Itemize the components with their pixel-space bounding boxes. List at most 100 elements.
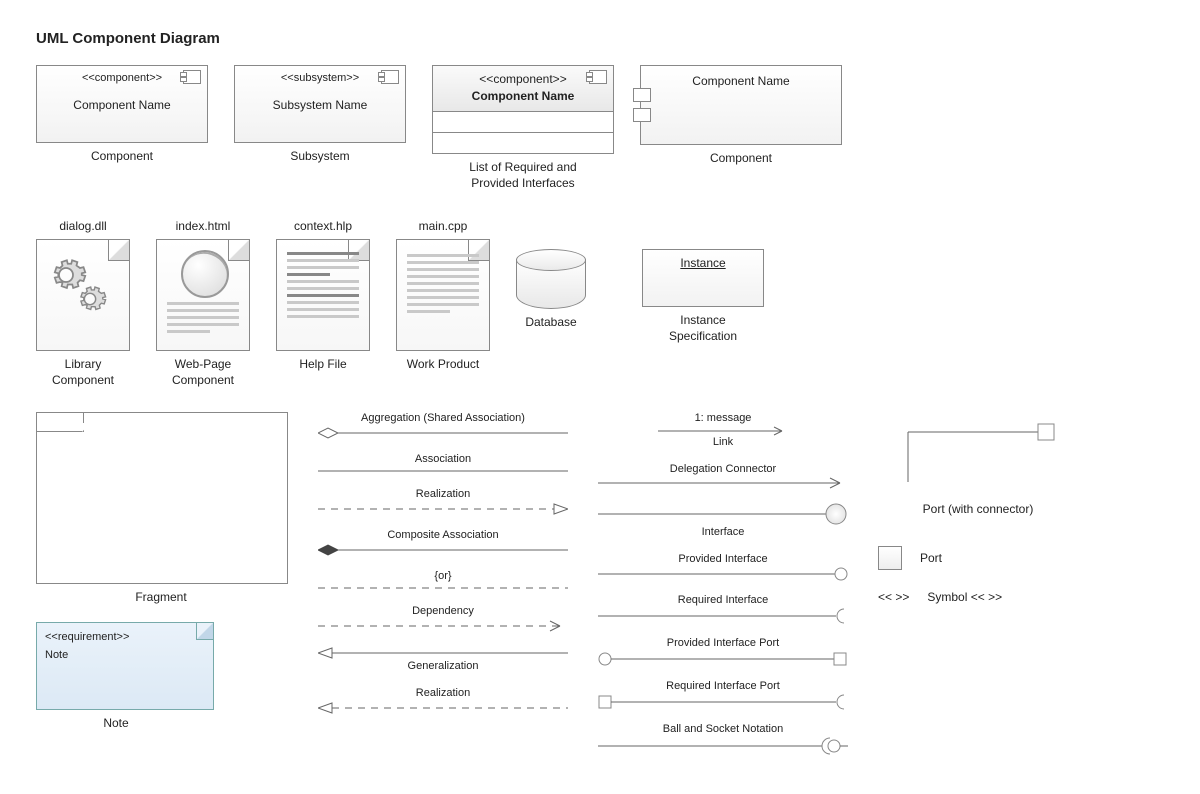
db-caption: Database <box>525 315 576 331</box>
required-label: Required Interface <box>598 594 848 606</box>
port-1 <box>633 88 651 102</box>
list-cell: <<component>> Component Name List of Req… <box>432 65 614 191</box>
generalization-label: Generalization <box>318 660 568 672</box>
note-text: Note <box>45 649 205 661</box>
port-item: Port <box>878 546 1078 570</box>
component-box: <<component>> Component Name <box>36 65 208 143</box>
port-with-connector <box>878 412 1058 502</box>
symbol-item: << >> Symbol << >> <box>878 590 1078 604</box>
instance-name: Instance <box>680 256 725 270</box>
page-title: UML Component Diagram <box>36 30 1170 47</box>
gear-icon-2 <box>73 282 107 316</box>
list-icon <box>589 70 607 84</box>
left-misc: Fragment <<requirement>> Note Note <box>36 412 288 731</box>
right-connectors: 1: message Link Delegation Connector Int… <box>598 412 848 755</box>
subsystem-name: Subsystem Name <box>273 98 368 112</box>
port-comp-caption: Component <box>710 151 772 167</box>
or-label: {or} <box>318 570 568 582</box>
port-2 <box>633 108 651 122</box>
list-name: Component Name <box>441 89 605 103</box>
row-2: dialog.dll Library Component index.html … <box>36 219 1170 388</box>
fragment-box <box>36 412 288 584</box>
required: Required Interface <box>598 594 848 624</box>
list-stereo: <<component>> <box>441 72 605 86</box>
interface-label: Interface <box>598 526 848 538</box>
port-label: Port <box>920 551 942 565</box>
row-1: <<component>> Component Name Component <… <box>36 65 1170 191</box>
dependency-label: Dependency <box>318 605 568 617</box>
left-connectors: Aggregation (Shared Association) Associa… <box>318 412 568 715</box>
help-cell: context.hlp Help File <box>276 219 370 373</box>
web-file <box>156 239 250 351</box>
realization: Realization <box>318 488 568 516</box>
link-label: Link <box>598 436 848 448</box>
component-name: Component Name <box>73 98 170 112</box>
realization-label: Realization <box>318 488 568 500</box>
lib-caption: Library Component <box>52 357 114 388</box>
symbol-right: Symbol << >> <box>927 590 1002 604</box>
note-caption: Note <box>36 716 196 732</box>
lib-cell: dialog.dll Library Component <box>36 219 130 388</box>
web-filename: index.html <box>176 219 231 233</box>
inst-cell: Instance Instance Specification <box>642 219 764 344</box>
composite: Composite Association <box>318 529 568 557</box>
delegation: Delegation Connector <box>598 463 848 489</box>
note-box: <<requirement>> Note <box>36 622 214 710</box>
provided-port-label: Provided Interface Port <box>598 637 848 649</box>
interface: Interface <box>598 502 848 540</box>
composite-label: Composite Association <box>318 529 568 541</box>
work-cell: main.cpp Work Product <box>396 219 490 373</box>
db-cell: Database <box>516 219 586 331</box>
association-label: Association <box>318 453 568 465</box>
subsystem-stereo: <<subsystem>> <box>281 72 359 84</box>
side-column: Port (with connector) Port << >> Symbol … <box>878 412 1078 604</box>
port-comp-box: Component Name <box>640 65 842 145</box>
subsystem-caption: Subsystem <box>290 149 349 165</box>
database-icon <box>516 249 586 309</box>
component-stereo: <<component>> <box>82 72 162 84</box>
or-constraint: {or} <box>318 570 568 592</box>
provided: Provided Interface <box>598 553 848 581</box>
subsystem-cell: <<subsystem>> Subsystem Name Subsystem <box>234 65 406 165</box>
required-port-label: Required Interface Port <box>598 680 848 692</box>
fragment-tag <box>37 413 84 432</box>
note-stereo: <<requirement>> <box>45 631 205 643</box>
link-msg: 1: message <box>598 412 848 424</box>
aggregation-label: Aggregation (Shared Association) <box>318 412 568 424</box>
port-conn-label: Port (with connector) <box>878 502 1078 516</box>
inst-caption: Instance Specification <box>669 313 737 344</box>
realization2-label: Realization <box>318 687 568 699</box>
provided-port: Provided Interface Port <box>598 637 848 667</box>
ballsocket: Ball and Socket Notation <box>598 723 848 755</box>
symbol-left: << >> <box>878 590 909 604</box>
link: 1: message Link <box>598 412 848 450</box>
subsystem-icon <box>381 70 399 84</box>
provided-label: Provided Interface <box>598 553 848 565</box>
work-filename: main.cpp <box>419 219 468 233</box>
delegation-label: Delegation Connector <box>598 463 848 475</box>
realization-2: Realization <box>318 687 568 715</box>
aggregation: Aggregation (Shared Association) <box>318 412 568 440</box>
port-icon <box>878 546 902 570</box>
lib-file <box>36 239 130 351</box>
generalization: Generalization <box>318 646 568 674</box>
list-caption: List of Required and Provided Interfaces <box>469 160 576 191</box>
help-file <box>276 239 370 351</box>
bottom-section: Fragment <<requirement>> Note Note Aggre… <box>36 412 1170 755</box>
instance-box: Instance <box>642 249 764 307</box>
list-box: <<component>> Component Name <box>432 65 614 154</box>
component-caption: Component <box>91 149 153 165</box>
work-caption: Work Product <box>407 357 479 373</box>
globe-icon <box>181 250 229 298</box>
component-cell: <<component>> Component Name Component <box>36 65 208 165</box>
lib-filename: dialog.dll <box>59 219 106 233</box>
work-file <box>396 239 490 351</box>
dependency: Dependency <box>318 605 568 633</box>
web-caption: Web-Page Component <box>172 357 234 388</box>
ballsocket-label: Ball and Socket Notation <box>598 723 848 735</box>
subsystem-box: <<subsystem>> Subsystem Name <box>234 65 406 143</box>
port-comp-cell: Component Name Component <box>640 65 842 167</box>
help-caption: Help File <box>299 357 346 373</box>
association: Association <box>318 453 568 475</box>
help-filename: context.hlp <box>294 219 352 233</box>
